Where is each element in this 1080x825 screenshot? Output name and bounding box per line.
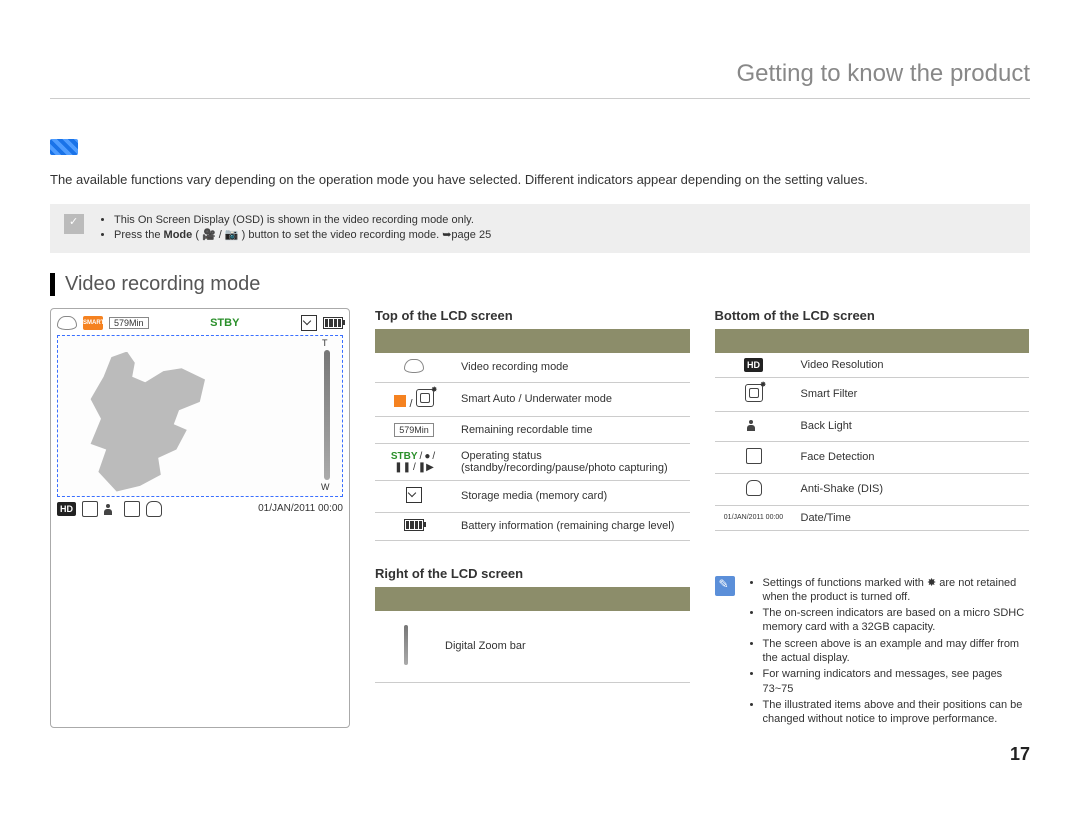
table-title: Bottom of the LCD screen (715, 308, 1030, 323)
underwater-star-icon (416, 389, 434, 407)
face-detection-icon (124, 501, 140, 517)
smart-auto-icon: SMART (83, 316, 103, 330)
table-header (375, 587, 690, 611)
page-number: 17 (1010, 744, 1030, 765)
smart-filter-icon (745, 384, 763, 402)
top-table-block: Top of the LCD screen Video recording mo… (375, 308, 690, 541)
cloud-icon (57, 316, 77, 330)
lcd-mockup: SMART 579Min STBY HD 01/JAN/2011 00:00 (50, 308, 350, 729)
lcd-top-row: SMART 579Min STBY (57, 315, 343, 331)
lcd-bottom-row: HD 01/JAN/2011 00:00 (57, 501, 343, 517)
pencil-icon (715, 576, 735, 596)
section-title: Video recording mode (50, 273, 1030, 296)
zoom-bar-icon (404, 625, 408, 665)
footnote-item: For warning indicators and messages, see… (763, 667, 1030, 696)
cloud-icon (404, 359, 424, 373)
storage-card-icon (406, 487, 422, 503)
table-row: Video recording mode (375, 353, 690, 383)
table-row: 01/JAN/2011 00:00 Date/Time (715, 505, 1030, 530)
table-cell: Battery information (remaining charge le… (453, 512, 690, 540)
table-header (715, 329, 1030, 353)
table-header (375, 329, 690, 353)
footnote-item: The illustrated items above and their po… (763, 698, 1030, 727)
table-row: Storage media (memory card) (375, 480, 690, 512)
table-row: Back Light (715, 411, 1030, 441)
remaining-time-label: 579Min (109, 317, 149, 329)
hd-icon: HD (744, 358, 763, 372)
datetime-label: 01/JAN/2011 00:00 (258, 503, 343, 514)
anti-shake-icon (146, 501, 162, 517)
table-title: Top of the LCD screen (375, 308, 690, 323)
table-title: Right of the LCD screen (375, 566, 690, 581)
status-icons: STBY/●/❚❚/❚▶ (375, 443, 453, 480)
table-cell: Video recording mode (453, 353, 690, 383)
chapter-title: Getting to know the product (50, 60, 1030, 99)
table-cell: Back Light (793, 411, 1030, 441)
footnote-item: The screen above is an example and may d… (763, 637, 1030, 666)
footnote-item: The on-screen indicators are based on a … (763, 606, 1030, 635)
table-row: / Smart Auto / Underwater mode (375, 382, 690, 416)
zoom-bar (324, 350, 330, 480)
face-detection-icon (746, 448, 762, 464)
footnote-item: Settings of functions marked with ✸ are … (763, 576, 1030, 605)
right-table-block: Right of the LCD screen Digital Zoom bar (375, 566, 690, 729)
smart-auto-icon (394, 395, 406, 407)
table-cell: Anti-Shake (DIS) (793, 473, 1030, 505)
table-row: 579Min Remaining recordable time (375, 416, 690, 443)
hd-icon: HD (57, 502, 76, 516)
stby-label: STBY (210, 317, 239, 329)
remaining-time-label: 579Min (394, 423, 434, 437)
check-icon (64, 214, 84, 234)
table-row: Digital Zoom bar (375, 611, 690, 683)
table-cell: Face Detection (793, 441, 1030, 473)
table-row: Anti-Shake (DIS) (715, 473, 1030, 505)
table-cell: Date/Time (793, 505, 1030, 530)
note-item: Press the Mode ( 🎥 / 📷 ) button to set t… (114, 228, 491, 241)
table-row: STBY/●/❚❚/❚▶ Operating status (standby/r… (375, 443, 690, 480)
footnote-block: Settings of functions marked with ✸ are … (715, 566, 1030, 729)
snowboarder-silhouette-icon (88, 352, 218, 492)
storage-card-icon (301, 315, 317, 331)
table-cell: Operating status (standby/recording/paus… (453, 443, 690, 480)
table-cell: Digital Zoom bar (437, 611, 690, 683)
table-row: Smart Filter (715, 377, 1030, 411)
table-cell: Storage media (memory card) (453, 480, 690, 512)
backlight-icon (747, 418, 761, 432)
table-row: Battery information (remaining charge le… (375, 512, 690, 540)
intro-text: The available functions vary depending o… (50, 170, 1030, 190)
datetime-icon: 01/JAN/2011 00:00 (715, 505, 793, 530)
table-cell: Video Resolution (793, 353, 1030, 378)
bottom-table-block: Bottom of the LCD screen HD Video Resolu… (715, 308, 1030, 541)
battery-icon (404, 519, 424, 531)
filter-icon (82, 501, 98, 517)
note-box: This On Screen Display (OSD) is shown in… (50, 204, 1030, 253)
table-cell: Smart Filter (793, 377, 1030, 411)
note-item: This On Screen Display (OSD) is shown in… (114, 214, 491, 226)
battery-icon (323, 317, 343, 329)
table-cell: Smart Auto / Underwater mode (453, 382, 690, 416)
table-cell: Remaining recordable time (453, 416, 690, 443)
lcd-preview-area (57, 335, 343, 497)
backlight-icon (104, 502, 118, 516)
decorator-icon (50, 139, 78, 155)
anti-shake-icon (746, 480, 762, 496)
table-row: Face Detection (715, 441, 1030, 473)
table-row: HD Video Resolution (715, 353, 1030, 378)
